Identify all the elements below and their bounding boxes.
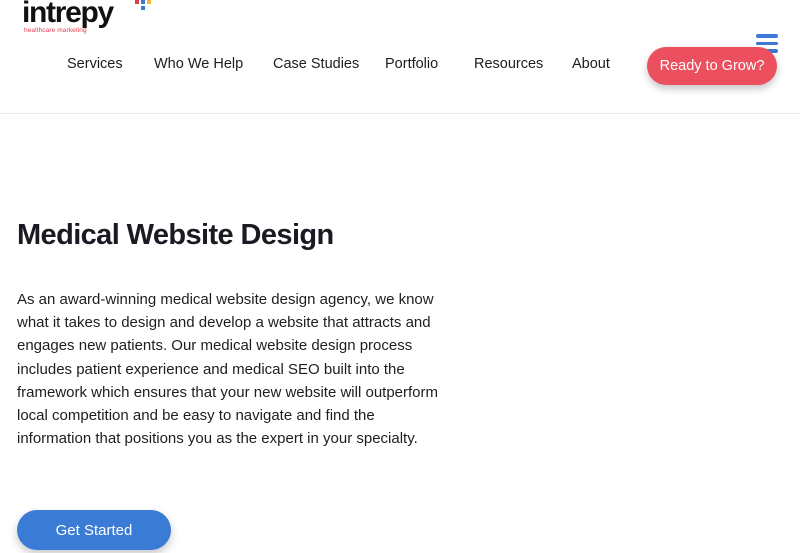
menu-bar xyxy=(756,41,778,45)
nav-item-who-we-help[interactable]: Who We Help xyxy=(154,56,243,72)
logo-tagline: healthcare marketing xyxy=(24,27,87,34)
logo[interactable]: intrepy healthcare marketing xyxy=(22,0,151,40)
ready-to-grow-button[interactable]: Ready to Grow? xyxy=(647,47,777,85)
site-header: intrepy healthcare marketing Services Wh… xyxy=(0,0,800,114)
logo-cross-icon xyxy=(135,0,151,10)
hero-description: As an award-winning medical website desi… xyxy=(17,291,439,448)
nav-item-resources[interactable]: Resources xyxy=(474,56,543,72)
logo-wordmark: intrepy xyxy=(22,0,114,29)
nav-item-case-studies[interactable]: Case Studies xyxy=(273,56,359,72)
page: intrepy healthcare marketing Services Wh… xyxy=(0,0,800,553)
menu-bar xyxy=(756,34,778,38)
page-title: Medical Website Design xyxy=(17,219,334,251)
nav-item-portfolio[interactable]: Portfolio xyxy=(385,56,438,72)
get-started-button[interactable]: Get Started xyxy=(17,510,171,550)
main-nav: Services Who We Help Case Studies Portfo… xyxy=(0,56,640,78)
nav-item-services[interactable]: Services xyxy=(67,56,123,72)
nav-item-about[interactable]: About xyxy=(572,56,610,72)
